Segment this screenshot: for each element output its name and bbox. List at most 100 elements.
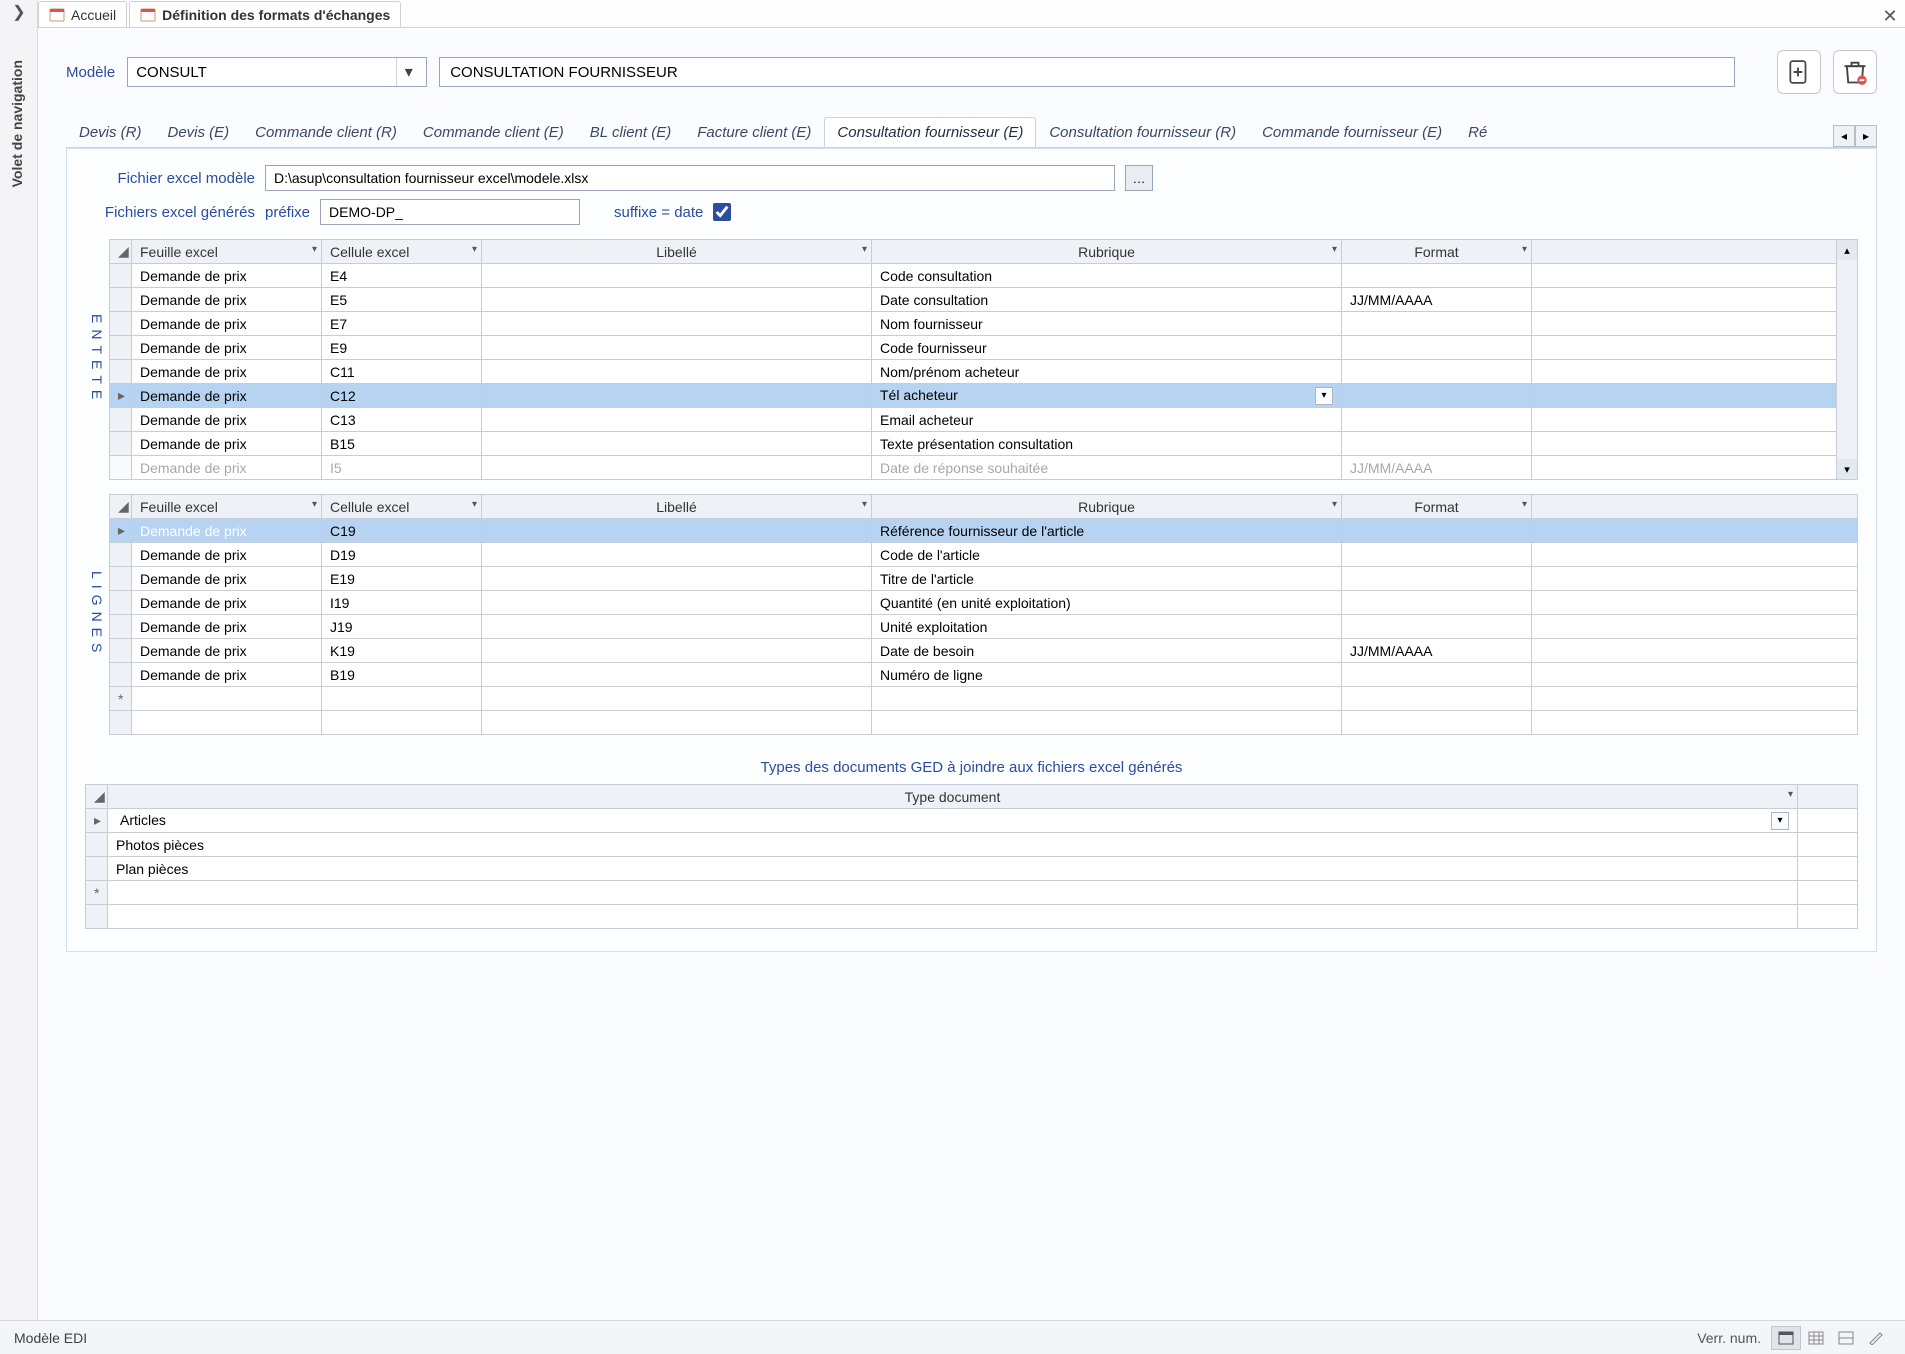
table-row[interactable]: Demande de prixE9Code fournisseur xyxy=(110,336,1858,360)
col-rubrique[interactable]: Rubrique▾ xyxy=(872,240,1342,264)
table-row[interactable]: ▸Demande de prixC19Référence fournisseur… xyxy=(110,519,1858,543)
select-all[interactable]: ◢ xyxy=(86,785,108,809)
col-feuille[interactable]: Feuille excel▾ xyxy=(132,240,322,264)
tab-consult-fourn-e[interactable]: Consultation fournisseur (E) xyxy=(824,117,1036,147)
browse-button[interactable]: … xyxy=(1125,165,1153,191)
table-row[interactable]: Demande de prixC13Email acheteur xyxy=(110,408,1858,432)
tab-bl-client-e[interactable]: BL client (E) xyxy=(577,117,684,147)
table-row[interactable]: Demande de prixD19Code de l'article xyxy=(110,543,1858,567)
table-row[interactable]: Photos pièces xyxy=(86,833,1858,857)
tab-overflow[interactable]: Ré xyxy=(1455,117,1500,147)
chevron-down-icon[interactable]: ▾ xyxy=(396,58,420,86)
tab-devis-e[interactable]: Devis (E) xyxy=(155,117,243,147)
entete-section-label: ENTETE xyxy=(89,314,105,405)
chevron-down-icon[interactable]: ▾ xyxy=(1771,812,1789,830)
entete-scrollbar[interactable]: ▴ ▾ xyxy=(1836,239,1858,480)
new-model-button[interactable] xyxy=(1777,50,1821,94)
table-row[interactable]: Demande de prixI5Date de réponse souhait… xyxy=(110,456,1858,480)
table-row[interactable]: Demande de prixE7Nom fournisseur xyxy=(110,312,1858,336)
table-row[interactable]: Demande de prixE4Code consultation xyxy=(110,264,1858,288)
chevron-down-icon: ▾ xyxy=(1788,789,1793,800)
navigation-pane-collapsed: ❯ Volet de navigation xyxy=(0,0,38,1320)
model-label: Modèle xyxy=(66,64,115,81)
chevron-down-icon: ▾ xyxy=(862,499,867,510)
chevron-down-icon: ▾ xyxy=(312,244,317,255)
tab-cmd-client-r[interactable]: Commande client (R) xyxy=(242,117,410,147)
chevron-down-icon: ▾ xyxy=(472,499,477,510)
suffix-label: suffixe = date xyxy=(614,204,703,221)
prefix-label: préfixe xyxy=(265,204,310,221)
scroll-up-icon[interactable]: ▴ xyxy=(1837,240,1857,260)
select-all[interactable]: ◢ xyxy=(110,240,132,264)
chevron-down-icon: ▾ xyxy=(1522,499,1527,510)
trash-icon xyxy=(1841,58,1869,86)
lignes-section-label: LIGNES xyxy=(89,571,105,658)
model-combo[interactable]: ▾ xyxy=(127,57,427,87)
new-row[interactable]: * xyxy=(86,881,1858,905)
delete-model-button[interactable] xyxy=(1833,50,1877,94)
form-tab-definition-formats[interactable]: Définition des formats d'échanges xyxy=(129,1,401,27)
form-tab-label: Définition des formats d'échanges xyxy=(162,7,390,23)
status-left: Modèle EDI xyxy=(14,1330,87,1346)
chevron-down-icon: ▾ xyxy=(1522,244,1527,255)
new-row[interactable]: * xyxy=(110,687,1858,711)
table-row[interactable]: Demande de prixI19Quantité (en unité exp… xyxy=(110,591,1858,615)
close-form-button[interactable]: ✕ xyxy=(1875,6,1905,27)
form-icon xyxy=(140,7,156,23)
tab-cmd-client-e[interactable]: Commande client (E) xyxy=(410,117,577,147)
col-libelle[interactable]: Libellé▾ xyxy=(482,495,872,519)
chevron-down-icon[interactable]: ▾ xyxy=(1315,387,1333,405)
table-row[interactable]: Demande de prixE5Date consultationJJ/MM/… xyxy=(110,288,1858,312)
tab-panel: Fichier excel modèle … Fichiers excel gé… xyxy=(66,148,1877,952)
view-layout-button[interactable] xyxy=(1831,1326,1861,1350)
file-model-label: Fichier excel modèle xyxy=(85,170,255,187)
ged-title: Types des documents GED à joindre aux fi… xyxy=(85,759,1858,776)
table-row[interactable]: ▸Articles▾ xyxy=(86,809,1858,833)
col-type-document[interactable]: Type document▾ xyxy=(108,785,1798,809)
expand-nav-button[interactable]: ❯ xyxy=(0,0,38,26)
doc-type-tabs: Devis (R) Devis (E) Commande client (R) … xyxy=(66,116,1877,148)
view-datasheet-button[interactable] xyxy=(1801,1326,1831,1350)
select-all[interactable]: ◢ xyxy=(110,495,132,519)
scroll-down-icon[interactable]: ▾ xyxy=(1837,459,1857,479)
prefix-input[interactable] xyxy=(320,199,580,225)
suffix-date-checkbox[interactable] xyxy=(713,203,731,221)
tab-fact-client-e[interactable]: Facture client (E) xyxy=(684,117,824,147)
col-feuille[interactable]: Feuille excel▾ xyxy=(132,495,322,519)
ged-grid[interactable]: ◢ Type document▾ ▸Articles▾Photos pièces… xyxy=(85,784,1858,929)
tab-consult-fourn-r[interactable]: Consultation fournisseur (R) xyxy=(1036,117,1249,147)
view-form-button[interactable] xyxy=(1771,1326,1801,1350)
form-icon xyxy=(49,7,65,23)
file-model-path[interactable] xyxy=(265,165,1115,191)
tabs-scroll-left[interactable]: ◂ xyxy=(1833,125,1855,147)
lignes-grid[interactable]: ◢ Feuille excel▾ Cellule excel▾ Libellé▾… xyxy=(109,494,1858,735)
model-description-input[interactable] xyxy=(439,57,1735,87)
view-design-button[interactable] xyxy=(1861,1326,1891,1350)
chevron-down-icon: ▾ xyxy=(862,244,867,255)
navigation-pane-title: Volet de navigation xyxy=(9,60,25,187)
table-row[interactable]: Plan pièces xyxy=(86,857,1858,881)
table-row[interactable]: Demande de prixB15Texte présentation con… xyxy=(110,432,1858,456)
table-row[interactable]: Demande de prixK19Date de besoinJJ/MM/AA… xyxy=(110,639,1858,663)
table-row[interactable]: Demande de prixB19Numéro de ligne xyxy=(110,663,1858,687)
form-tab-label: Accueil xyxy=(71,7,116,23)
entete-grid[interactable]: ◢ Feuille excel▾ Cellule excel▾ Libellé▾… xyxy=(109,239,1858,480)
table-row[interactable]: ▸Demande de prixC12Tél acheteur▾ xyxy=(110,384,1858,408)
table-row[interactable]: Demande de prixE19Titre de l'article xyxy=(110,567,1858,591)
col-cellule[interactable]: Cellule excel▾ xyxy=(322,495,482,519)
tabs-scroll-right[interactable]: ▸ xyxy=(1855,125,1877,147)
chevron-down-icon: ▾ xyxy=(312,499,317,510)
page-plus-icon xyxy=(1786,59,1812,85)
col-format[interactable]: Format▾ xyxy=(1342,495,1532,519)
model-code-input[interactable] xyxy=(128,58,396,86)
col-libelle[interactable]: Libellé▾ xyxy=(482,240,872,264)
status-bar: Modèle EDI Verr. num. xyxy=(0,1320,1905,1354)
tab-cmd-fourn-e[interactable]: Commande fournisseur (E) xyxy=(1249,117,1455,147)
col-cellule[interactable]: Cellule excel▾ xyxy=(322,240,482,264)
tab-devis-r[interactable]: Devis (R) xyxy=(66,117,155,147)
form-tab-accueil[interactable]: Accueil xyxy=(38,1,127,27)
col-format[interactable]: Format▾ xyxy=(1342,240,1532,264)
table-row[interactable]: Demande de prixC11Nom/prénom acheteur xyxy=(110,360,1858,384)
col-rubrique[interactable]: Rubrique▾ xyxy=(872,495,1342,519)
table-row[interactable]: Demande de prixJ19Unité exploitation xyxy=(110,615,1858,639)
